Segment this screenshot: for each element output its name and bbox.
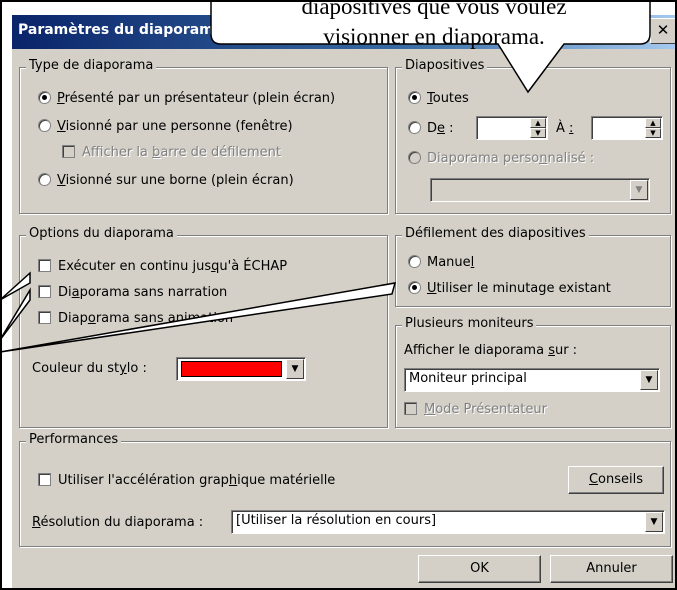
callout-text: diapositives que vous voulez visionner e… bbox=[222, 0, 646, 52]
callout-line-1: diapositives que vous voulez bbox=[301, 0, 567, 19]
callout-line-2: visionner en diaporama. bbox=[323, 24, 545, 49]
callout-overlay bbox=[0, 0, 651, 353]
callout-pointer bbox=[0, 271, 397, 353]
